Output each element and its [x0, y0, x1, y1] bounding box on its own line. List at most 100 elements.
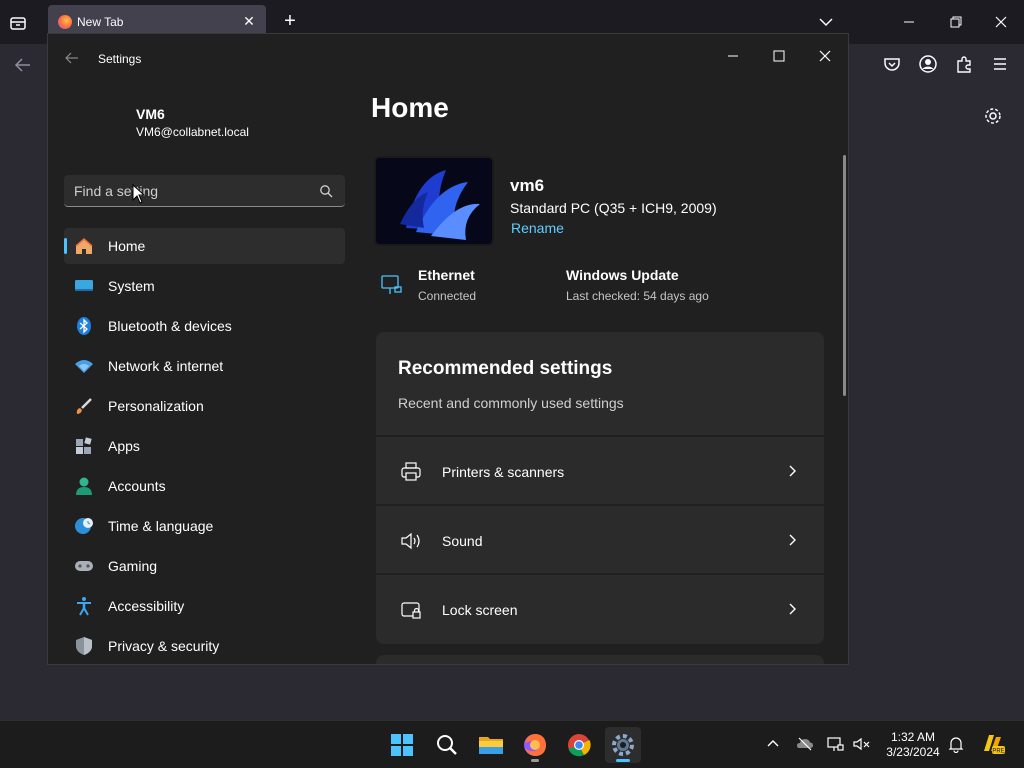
chrome-icon[interactable] — [561, 727, 597, 763]
brush-icon — [74, 396, 94, 416]
windows-update-status: Last checked: 54 days ago — [566, 289, 709, 303]
sidebar-item-label: Apps — [108, 438, 140, 454]
svg-text:PRE: PRE — [992, 749, 1004, 755]
sidebar-item-personalization[interactable]: Personalization — [64, 388, 345, 424]
recommended-item-label: Sound — [442, 533, 483, 549]
search-icon[interactable] — [429, 727, 465, 763]
browser-tab-title: New Tab — [77, 15, 124, 29]
settings-window: Settings VM6 VM6@collabnet.local Home — [47, 33, 849, 665]
maximize-button[interactable] — [756, 40, 802, 72]
settings-app-icon[interactable] — [605, 727, 641, 763]
gamepad-icon — [74, 556, 94, 576]
bluetooth-icon — [74, 316, 94, 336]
sidebar-item-label: Accessibility — [108, 598, 185, 614]
lock-screen-icon — [400, 599, 422, 621]
menu-icon[interactable] — [990, 54, 1010, 74]
back-arrow-icon[interactable] — [64, 50, 80, 66]
device-name: vm6 — [510, 176, 545, 195]
sidebar-item-home[interactable]: Home — [64, 228, 345, 264]
search-icon[interactable] — [319, 184, 333, 198]
settings-nav: Home System Bluetooth & devices Network … — [64, 228, 345, 664]
chevron-down-icon[interactable] — [816, 12, 836, 32]
sidebar-item-label: Home — [108, 238, 146, 254]
back-arrow-icon[interactable] — [12, 54, 34, 76]
ethernet-status: Connected — [418, 289, 477, 303]
firefox-view-icon[interactable] — [7, 12, 29, 34]
pocket-icon[interactable] — [882, 54, 902, 74]
sidebar-item-accounts[interactable]: Accounts — [64, 468, 345, 504]
sidebar-item-label: Accounts — [108, 478, 166, 494]
recommended-settings-card: Recommended settings Recent and commonly… — [376, 332, 824, 644]
settings-title-bar: Settings — [48, 34, 848, 82]
browser-restore-button[interactable] — [943, 10, 967, 34]
volume-muted-icon[interactable] — [853, 735, 871, 753]
device-model: Standard PC (Q35 + ICH9, 2009) — [510, 200, 717, 216]
copilot-preview-icon[interactable]: PRE — [980, 731, 1006, 757]
chevron-right-icon — [786, 602, 798, 616]
globe-clock-icon — [74, 516, 94, 536]
sidebar-item-gaming[interactable]: Gaming — [64, 548, 345, 584]
sidebar-item-label: Bluetooth & devices — [108, 318, 232, 334]
network-icon[interactable] — [827, 735, 845, 753]
profile-name: VM6 — [136, 106, 165, 122]
close-button[interactable] — [802, 40, 848, 72]
shield-icon — [74, 636, 94, 656]
wifi-icon — [74, 356, 94, 376]
notification-bell-icon[interactable] — [947, 735, 965, 754]
printer-icon — [400, 461, 422, 483]
search-input[interactable] — [74, 181, 304, 201]
browser-close-button[interactable] — [989, 10, 1013, 34]
accessibility-icon — [74, 596, 94, 616]
minimize-button[interactable] — [710, 40, 756, 72]
recommended-item-label: Lock screen — [442, 602, 518, 618]
sidebar-item-system[interactable]: System — [64, 268, 345, 304]
account-icon[interactable] — [918, 54, 938, 74]
running-indicator — [616, 759, 630, 762]
close-tab-icon[interactable]: ✕ — [240, 12, 258, 30]
settings-window-title: Settings — [98, 52, 142, 66]
sidebar-item-label: Personalization — [108, 398, 204, 414]
sidebar-item-time-language[interactable]: Time & language — [64, 508, 345, 544]
taskbar: PRE — [0, 720, 1024, 768]
sidebar-item-label: Network & internet — [108, 358, 224, 374]
speaker-icon — [400, 530, 422, 552]
next-section-card — [376, 655, 824, 664]
recommended-item-printers[interactable]: Printers & scanners — [376, 435, 824, 503]
system-icon — [74, 276, 94, 296]
firefox-favicon-icon — [58, 15, 72, 29]
sidebar-item-label: System — [108, 278, 155, 294]
onedrive-offline-icon[interactable] — [796, 735, 814, 753]
new-tab-button[interactable]: + — [279, 11, 301, 33]
mouse-cursor-icon — [132, 183, 146, 204]
chevron-right-icon — [786, 533, 798, 547]
clock-date[interactable]: 3/23/2024 — [880, 745, 946, 759]
scrollbar[interactable] — [843, 155, 846, 396]
sidebar-item-label: Time & language — [108, 518, 214, 534]
chevron-up-icon[interactable] — [764, 735, 782, 753]
accounts-icon — [74, 476, 94, 496]
extensions-icon[interactable] — [954, 54, 974, 74]
browser-minimize-button[interactable] — [897, 10, 921, 34]
page-title: Home — [371, 92, 449, 123]
firefox-icon[interactable] — [517, 727, 553, 763]
start-button[interactable] — [384, 727, 420, 763]
recommended-item-lock-screen[interactable]: Lock screen — [376, 573, 824, 641]
gear-icon[interactable] — [983, 106, 1003, 126]
clock-time[interactable]: 1:32 AM — [880, 730, 946, 744]
file-explorer-icon[interactable] — [473, 727, 509, 763]
sidebar-item-accessibility[interactable]: Accessibility — [64, 588, 345, 624]
windows-update-title[interactable]: Windows Update — [566, 267, 679, 283]
sidebar-item-network[interactable]: Network & internet — [64, 348, 345, 384]
sidebar-item-privacy-security[interactable]: Privacy & security — [64, 628, 345, 664]
chevron-right-icon — [786, 464, 798, 478]
sidebar-item-bluetooth[interactable]: Bluetooth & devices — [64, 308, 345, 344]
recommended-title: Recommended settings — [398, 358, 613, 379]
search-box[interactable] — [64, 175, 345, 207]
sidebar-item-label: Privacy & security — [108, 638, 220, 654]
rename-link[interactable]: Rename — [511, 220, 564, 236]
ethernet-icon — [380, 273, 404, 297]
sidebar-item-apps[interactable]: Apps — [64, 428, 345, 464]
ethernet-title[interactable]: Ethernet — [418, 267, 475, 283]
running-indicator — [531, 759, 539, 762]
recommended-item-sound[interactable]: Sound — [376, 504, 824, 572]
